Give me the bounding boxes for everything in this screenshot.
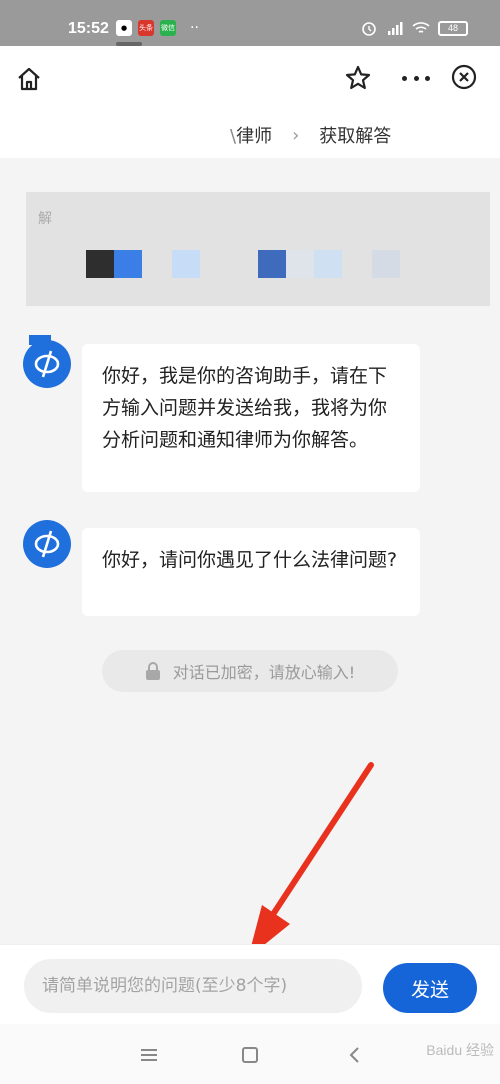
banner-text: 解 xyxy=(38,211,52,227)
lock-icon xyxy=(145,662,160,680)
logo-icon xyxy=(34,530,60,558)
more-notifications: ·· xyxy=(190,20,199,36)
star-icon[interactable] xyxy=(344,64,372,92)
watermark: Baidu 经验 xyxy=(426,1042,494,1058)
close-icon[interactable] xyxy=(451,64,477,90)
mosaic-block xyxy=(286,250,314,278)
encryption-notice: 对话已加密，请放心输入! xyxy=(102,650,398,692)
encryption-notice-text: 对话已加密，请放心输入! xyxy=(172,663,356,682)
status-bar: 15:52 ● 头条 微信 ·· 48 xyxy=(0,0,500,46)
qq-icon: ● xyxy=(116,20,132,36)
input-bar: 发送 xyxy=(0,944,500,1024)
progress-steps: \律师 › 获取解答 xyxy=(230,122,391,148)
mosaic-block xyxy=(314,250,342,278)
mosaic-block xyxy=(372,250,400,278)
mosaic-block xyxy=(258,250,286,278)
assistant-avatar xyxy=(23,340,71,388)
status-notifications: ● 头条 微信 ·· xyxy=(116,20,199,36)
step-lawyer: \律师 xyxy=(230,126,273,147)
chat-message-assistant: 你好，请问你遇见了什么法律问题? xyxy=(82,528,420,616)
step-get-answer: 获取解答 xyxy=(319,126,392,147)
back-icon[interactable] xyxy=(342,1042,368,1068)
mosaic-block xyxy=(86,250,114,278)
alarm-icon xyxy=(362,22,376,36)
wifi-icon xyxy=(412,22,430,33)
square-icon[interactable] xyxy=(237,1042,263,1068)
question-input[interactable] xyxy=(24,959,362,1013)
system-nav-bar: Baidu 经验 xyxy=(0,1024,500,1084)
assistant-avatar xyxy=(23,520,71,568)
signal-icon xyxy=(388,22,403,35)
status-system-icons: 48 xyxy=(360,20,468,36)
menu-icon[interactable] xyxy=(136,1042,162,1068)
status-time: 15:52 xyxy=(68,20,109,37)
wechat-icon: 微信 xyxy=(160,20,176,36)
top-bar: \律师 › 获取解答 xyxy=(0,46,500,158)
toutiao-icon: 头条 xyxy=(138,20,154,36)
chat-message-assistant: 你好，我是你的咨询助手，请在下方输入问题并发送给我，我将为你分析问题和通知律师为… xyxy=(82,344,420,492)
logo-icon xyxy=(34,350,60,378)
home-icon[interactable] xyxy=(16,66,42,92)
send-button[interactable]: 发送 xyxy=(383,963,477,1013)
battery-icon: 48 xyxy=(438,20,468,36)
info-banner: 解 xyxy=(26,192,490,306)
mosaic-block xyxy=(114,250,142,278)
chevron-right-icon: › xyxy=(292,124,300,146)
mosaic-block xyxy=(172,250,200,278)
more-icon[interactable] xyxy=(398,64,434,92)
